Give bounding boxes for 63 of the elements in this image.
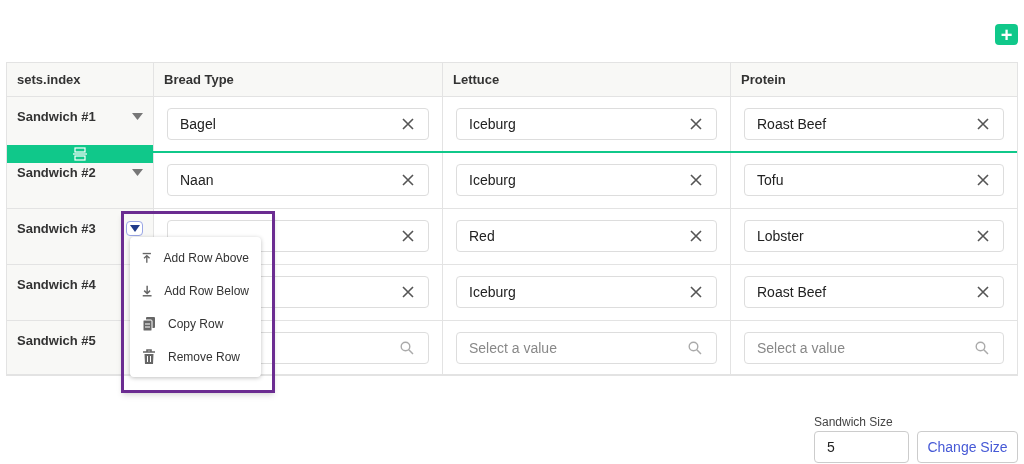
select-field[interactable]: Select a value [744, 332, 1004, 364]
clear-icon[interactable] [977, 118, 989, 130]
clear-icon[interactable] [690, 174, 702, 186]
field-value: Naan [180, 170, 214, 190]
search-icon [688, 341, 702, 355]
select-field[interactable]: Roast Beef [744, 108, 1004, 140]
clear-icon[interactable] [402, 174, 414, 186]
clear-icon[interactable] [977, 286, 989, 298]
menu-item[interactable]: Copy Row [130, 307, 261, 340]
select-field[interactable]: Red [456, 220, 717, 252]
row-menu-caret-icon[interactable] [132, 113, 143, 120]
row-menu-caret-icon[interactable] [132, 169, 143, 176]
field-placeholder: Select a value [757, 338, 845, 358]
field-value: Lobster [757, 226, 804, 246]
column-header: Bread Type [164, 70, 234, 89]
clear-icon[interactable] [690, 286, 702, 298]
select-field[interactable]: Tofu [744, 164, 1004, 196]
field-value: Bagel [180, 114, 216, 134]
menu-item[interactable]: Add Row Below [130, 274, 261, 307]
insert-row-handle[interactable] [7, 145, 153, 163]
select-field[interactable]: Naan [167, 164, 429, 196]
caret-icon [129, 225, 140, 232]
search-icon [975, 341, 989, 355]
select-field[interactable]: Iceburg [456, 164, 717, 196]
size-input[interactable]: 5 [814, 431, 909, 463]
clear-icon[interactable] [977, 174, 989, 186]
select-field[interactable]: Iceburg [456, 276, 717, 308]
select-field[interactable]: Select a value [456, 332, 717, 364]
row-label: Sandwich #2 [17, 164, 96, 182]
column-header: Lettuce [453, 70, 500, 89]
row-label: Sandwich #1 [17, 108, 96, 126]
clear-icon[interactable] [402, 230, 414, 242]
menu-item[interactable]: Add Row Above [130, 241, 261, 274]
trash-icon [142, 348, 156, 365]
menu-item[interactable]: Remove Row [130, 340, 261, 373]
row-label: Sandwich #3 [17, 220, 96, 238]
field-value: Tofu [757, 170, 784, 190]
clear-icon[interactable] [977, 230, 989, 242]
field-placeholder: Select a value [469, 338, 557, 358]
rows-icon [73, 147, 87, 161]
row-label: Sandwich #5 [17, 332, 96, 350]
field-value: Iceburg [469, 114, 516, 134]
clear-icon[interactable] [402, 286, 414, 298]
field-value: Roast Beef [757, 114, 827, 134]
clear-icon[interactable] [690, 118, 702, 130]
field-value: Roast Beef [757, 282, 827, 302]
field-value: Red [469, 226, 495, 246]
clear-icon[interactable] [402, 118, 414, 130]
row-menu-button[interactable] [126, 221, 143, 236]
copy-icon [142, 315, 156, 332]
field-label: Sandwich Size [814, 415, 894, 429]
select-field[interactable]: Lobster [744, 220, 1004, 252]
select-field[interactable]: Iceburg [456, 108, 717, 140]
field-value: Iceburg [469, 282, 516, 302]
select-field[interactable]: Bagel [167, 108, 429, 140]
clear-icon[interactable] [690, 230, 702, 242]
field-value: Iceburg [469, 170, 516, 190]
search-icon [400, 341, 414, 355]
column-header: Protein [741, 70, 786, 89]
row-label: Sandwich #4 [17, 276, 96, 294]
column-header: sets.index [17, 70, 81, 89]
select-field[interactable]: Roast Beef [744, 276, 1004, 308]
change-size-button[interactable]: Change Size [917, 431, 1018, 463]
